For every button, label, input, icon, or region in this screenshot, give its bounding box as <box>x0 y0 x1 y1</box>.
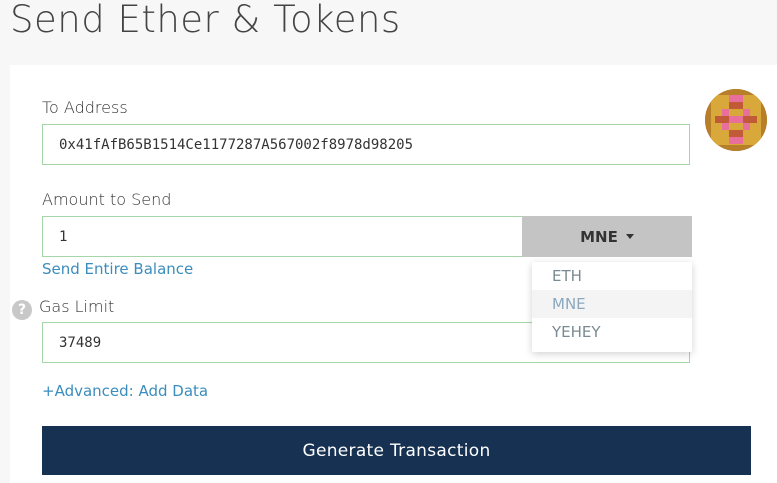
unit-dropdown-menu: ETH MNE YEHEY <box>532 262 692 352</box>
amount-label: Amount to Send <box>42 190 172 209</box>
gas-limit-label: Gas Limit <box>39 297 115 316</box>
page-title: Send Ether & Tokens <box>10 0 401 41</box>
address-identicon-avatar <box>705 89 767 151</box>
unit-option-eth[interactable]: ETH <box>532 262 692 290</box>
generate-transaction-button[interactable]: Generate Transaction <box>42 426 751 475</box>
caret-down-icon <box>625 234 634 239</box>
amount-input[interactable]: 1 <box>42 216 523 257</box>
advanced-add-data-link[interactable]: +Advanced: Add Data <box>42 382 208 400</box>
unit-selected-label: MNE <box>580 227 618 246</box>
send-entire-balance-link[interactable]: Send Entire Balance <box>42 260 193 278</box>
help-question-icon[interactable]: ? <box>12 300 32 320</box>
unit-dropdown-button[interactable]: MNE <box>522 216 692 257</box>
unit-option-yehey[interactable]: YEHEY <box>532 318 692 346</box>
unit-option-mne[interactable]: MNE <box>532 290 692 318</box>
to-address-label: To Address <box>42 98 128 117</box>
to-address-input[interactable]: 0x41fAfB65B1514Ce1177287A567002f8978d982… <box>42 124 690 165</box>
